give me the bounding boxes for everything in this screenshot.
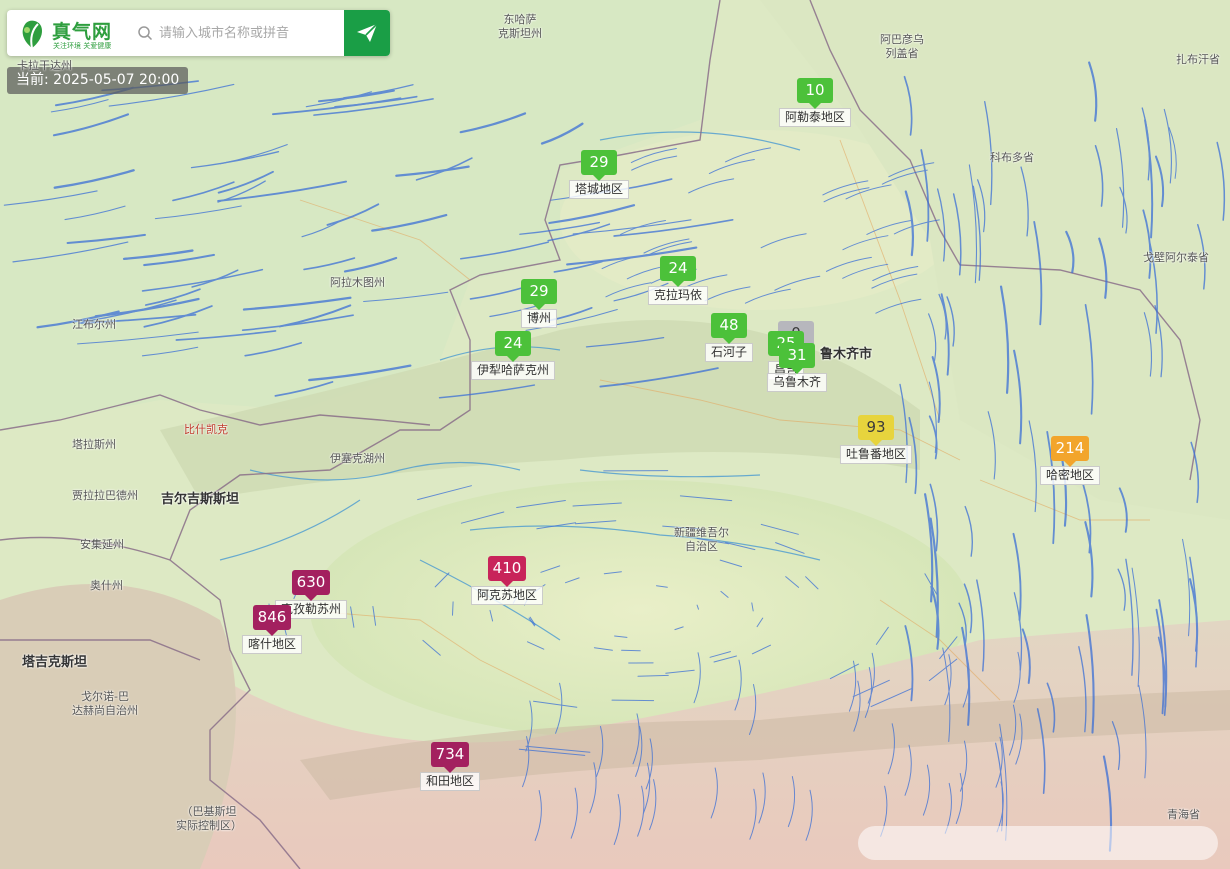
logo-text: 真气网 (52, 21, 113, 43)
station-name: 和田地区 (419, 772, 481, 791)
map-label: 阿巴彦乌 列盖省 (880, 33, 924, 60)
aqi-value: 29 (580, 150, 617, 181)
map-label: 戈壁阿尔泰省 (1143, 251, 1209, 264)
map-label: （巴基斯坦 实际控制区） (176, 805, 242, 832)
aqi-value: 93 (857, 415, 894, 446)
station-name: 石河子 (704, 343, 754, 362)
aqi-value: 24 (659, 256, 696, 287)
map-label: 塔拉斯州 (72, 438, 116, 451)
search-input[interactable] (159, 18, 344, 48)
station-marker[interactable]: 24 伊犁哈萨克州 (470, 331, 556, 380)
map-label: 阿拉木图州 (330, 276, 385, 289)
station-marker[interactable]: 214 哈密地区 (1039, 436, 1101, 485)
station-name: 克拉玛依 (647, 286, 709, 305)
station-name: 博州 (520, 309, 558, 328)
leaf-logo-icon (22, 20, 42, 49)
station-marker[interactable]: 31 乌鲁木齐 (766, 343, 828, 392)
aqi-value: 410 (487, 556, 527, 587)
map-label: 新疆维吾尔 自治区 (674, 526, 729, 553)
aqi-value: 24 (494, 331, 531, 362)
logo-slogan: 关注环境 关爱健康 (53, 42, 112, 50)
station-marker[interactable]: 10 阿勒泰地区 (778, 78, 852, 127)
station-marker[interactable]: 93 吐鲁番地区 (839, 415, 913, 464)
map-label: 科布多省 (990, 151, 1034, 164)
map-label: 戈尔诺-巴 达赫尚自治州 (72, 690, 138, 717)
paper-plane-icon (357, 23, 378, 42)
map-label: 东哈萨 克斯坦州 (498, 13, 542, 40)
aqi-value: 29 (520, 279, 557, 310)
map-label: 奥什州 (90, 579, 123, 592)
site-logo[interactable]: 真气网 关注环境 关爱健康 (16, 16, 128, 52)
map-label: 扎布汗省 (1176, 53, 1220, 66)
capital-label: 比什凯克 (184, 423, 228, 436)
map-label: 安集延州 (80, 538, 124, 551)
map-label: 卡拉干达州 (17, 59, 72, 72)
aqi-value: 734 (430, 742, 470, 773)
station-name: 哈密地区 (1039, 466, 1101, 485)
country-label: 吉尔吉斯斯坦 (161, 492, 240, 507)
station-name: 喀什地区 (241, 635, 303, 654)
station-marker[interactable]: 29 博州 (520, 279, 558, 328)
aqi-value: 630 (291, 570, 331, 601)
station-marker[interactable]: 846 喀什地区 (241, 605, 303, 654)
aqi-value: 31 (778, 343, 815, 374)
station-name: 伊犁哈萨克州 (470, 361, 556, 380)
search-submit-button[interactable] (344, 10, 390, 56)
map-label: 伊塞克湖州 (330, 452, 385, 465)
station-marker[interactable]: 410 阿克苏地区 (470, 556, 544, 605)
aqi-value: 214 (1050, 436, 1090, 467)
map-label: 江布尔州 (72, 318, 116, 331)
map-label: 青海省 (1167, 808, 1200, 821)
station-name: 吐鲁番地区 (839, 445, 913, 464)
city-label: 鲁木齐市 (820, 347, 873, 362)
country-label: 塔吉克斯坦 (22, 655, 88, 670)
station-name: 乌鲁木齐 (766, 373, 828, 392)
search-icon (138, 26, 153, 41)
station-marker[interactable]: 29 塔城地区 (568, 150, 630, 199)
wind-streamline (621, 649, 641, 652)
watermark (858, 826, 1218, 860)
station-name: 塔城地区 (568, 180, 630, 199)
station-marker[interactable]: 734 和田地区 (419, 742, 481, 791)
search-bar: 真气网 关注环境 关爱健康 (7, 10, 390, 56)
wind-streamline (452, 601, 454, 616)
station-marker[interactable]: 48 石河子 (704, 313, 754, 362)
map-label: 贾拉拉巴德州 (72, 489, 138, 502)
station-marker[interactable]: 24 克拉玛依 (647, 256, 709, 305)
aqi-value: 10 (796, 78, 833, 109)
station-name: 阿克苏地区 (470, 586, 544, 605)
aqi-value: 846 (252, 605, 292, 636)
station-name: 阿勒泰地区 (778, 108, 852, 127)
wind-streamline (611, 699, 655, 702)
aqi-value: 48 (710, 313, 747, 344)
